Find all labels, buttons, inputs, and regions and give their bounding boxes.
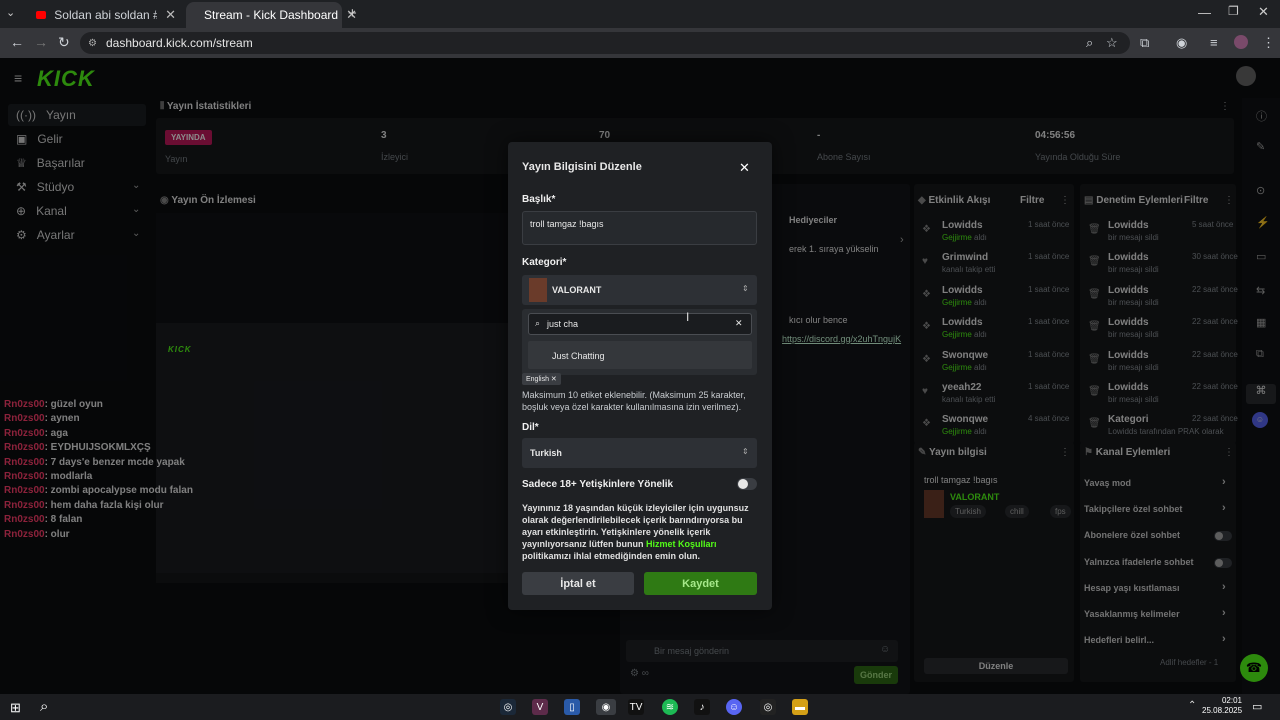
tab-search-icon[interactable]: ⌄ xyxy=(6,6,15,19)
language-field-label: Dil* xyxy=(522,422,539,433)
chrome-icon[interactable]: ◉ xyxy=(596,699,616,715)
obs-icon[interactable]: ◎ xyxy=(760,699,776,715)
category-value: VALORANT xyxy=(552,285,602,295)
url-text: dashboard.kick.com/stream xyxy=(106,36,253,50)
avatar[interactable] xyxy=(1234,35,1248,49)
terms-link[interactable]: Hizmet Koşulları xyxy=(646,539,717,549)
clock-date: 25.08.2025 xyxy=(1202,706,1243,715)
adult-text-2: politikamızı ihlal etmediğinden emin olu… xyxy=(522,551,701,561)
close-window-icon[interactable]: ✕ xyxy=(1258,4,1269,20)
zoom-icon[interactable]: ⌕ xyxy=(1086,35,1093,51)
tag-chip-label: English xyxy=(526,376,549,383)
spotify-icon[interactable]: ≋ xyxy=(662,699,678,715)
category-search-input[interactable]: ⌕ just cha ✕ xyxy=(528,313,752,335)
adult-content-toggle[interactable] xyxy=(737,478,757,490)
title-input[interactable]: troll tamgaz !bagıs xyxy=(522,211,757,245)
url-bar[interactable]: ⚙ dashboard.kick.com/stream xyxy=(80,32,1130,54)
minimize-icon[interactable]: — xyxy=(1198,5,1211,20)
new-tab-icon[interactable]: + xyxy=(348,5,357,22)
ets-app-icon[interactable]: V xyxy=(532,699,548,715)
save-button[interactable]: Kaydet xyxy=(644,572,757,595)
language-value: Turkish xyxy=(530,448,562,458)
discord-icon[interactable]: ☺ xyxy=(726,699,742,715)
file-explorer-icon[interactable]: ▬ xyxy=(792,699,808,715)
tradingview-icon[interactable]: TV xyxy=(628,699,644,715)
notification-icon[interactable]: ▭ xyxy=(1252,700,1262,713)
select-arrows-icon: ⇕ xyxy=(742,447,749,456)
chevron-up-icon[interactable]: ⌃ xyxy=(1188,700,1196,711)
close-icon[interactable]: ✕ xyxy=(739,160,750,176)
category-search-value: just cha xyxy=(547,319,579,329)
category-dropdown: ⌕ just cha ✕ Just Chatting xyxy=(522,309,757,375)
title-input-value: troll tamgaz !bagıs xyxy=(530,219,604,229)
category-result-label: Just Chatting xyxy=(552,351,605,361)
tab-kick-dashboard[interactable]: Stream - Kick Dashboard ✕ xyxy=(186,2,357,28)
category-select[interactable]: VALORANT ⇕ xyxy=(522,275,757,305)
category-field-label: Kategori* xyxy=(522,257,567,268)
extensions-icon[interactable]: ⧉ xyxy=(1140,35,1149,51)
text-cursor-icon: I xyxy=(686,310,690,324)
toggle-knob xyxy=(738,479,748,489)
steam-icon[interactable]: ◎ xyxy=(500,699,516,715)
reading-list-icon[interactable]: ≡ xyxy=(1210,35,1218,50)
language-select[interactable]: Turkish ⇕ xyxy=(522,438,757,468)
clear-search-icon[interactable]: ✕ xyxy=(735,318,743,329)
profile-sync-icon[interactable]: ◉ xyxy=(1176,35,1187,51)
back-icon[interactable]: ← xyxy=(10,34,24,50)
search-icon: ⌕ xyxy=(535,318,541,328)
close-tab-icon[interactable]: ✕ xyxy=(165,7,176,23)
category-thumbnail xyxy=(529,278,547,302)
forward-icon[interactable]: → xyxy=(34,34,48,50)
restore-icon[interactable]: ❐ xyxy=(1228,4,1239,18)
youtube-icon xyxy=(36,11,47,19)
tiktok-icon[interactable]: ♪ xyxy=(694,699,710,715)
remove-tag-icon[interactable]: ✕ xyxy=(551,376,557,383)
cancel-button[interactable]: İptal et xyxy=(522,572,634,595)
edit-stream-info-modal: Yayın Bilgisini Düzenle ✕ Başlık* troll … xyxy=(508,142,772,610)
tags-hint: Maksimum 10 etiket eklenebilir. (Maksimu… xyxy=(522,390,746,412)
modal-title: Yayın Bilgisini Düzenle xyxy=(522,161,642,173)
menu-kebab-icon[interactable]: ⋮ xyxy=(1262,35,1275,51)
title-field-label: Başlık* xyxy=(522,194,556,205)
reload-icon[interactable]: ↻ xyxy=(58,34,70,51)
taskbar-clock[interactable]: 02:01 25.08.2025 xyxy=(1202,696,1242,716)
adult-content-label: Sadece 18+ Yetişkinlere Yönelik xyxy=(522,479,674,490)
adult-content-description: Yayınınız 18 yaşından küçük izleyiciler … xyxy=(522,502,760,562)
site-info-icon[interactable]: ⚙ xyxy=(88,38,97,49)
tab-title: Soldan abi soldan #kick #ets2 # xyxy=(54,8,157,22)
search-icon[interactable]: ⌕ xyxy=(40,698,48,715)
bookmark-star-icon[interactable]: ☆ xyxy=(1106,35,1118,51)
category-result-item[interactable]: Just Chatting xyxy=(528,341,752,369)
windows-start-icon[interactable]: ⊞ xyxy=(10,700,21,716)
clock-time: 02:01 xyxy=(1221,696,1242,705)
select-arrows-icon: ⇕ xyxy=(742,284,749,293)
browser-tab-bar: ⌄ Soldan abi soldan #kick #ets2 # ✕ Stre… xyxy=(0,0,1280,28)
tab-title: Stream - Kick Dashboard xyxy=(204,8,339,22)
tag-chip[interactable]: English ✕ xyxy=(522,373,561,385)
tab-youtube[interactable]: Soldan abi soldan #kick #ets2 # ✕ xyxy=(26,2,186,28)
blue-app-icon[interactable]: ▯ xyxy=(564,699,580,715)
